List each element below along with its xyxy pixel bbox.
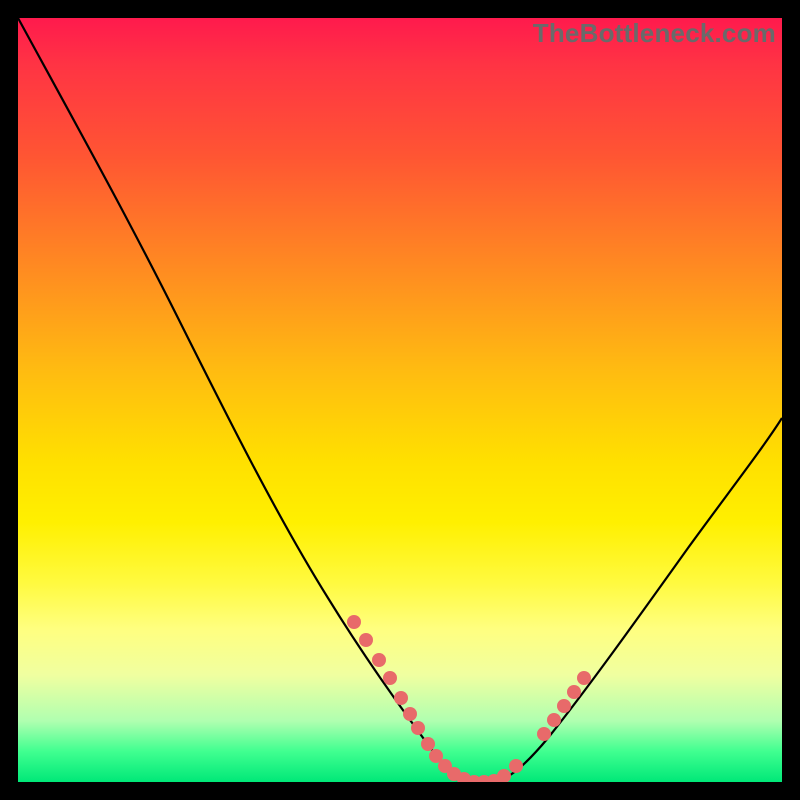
highlight-dots: [347, 615, 591, 782]
curve-svg: [18, 18, 782, 782]
chart-frame: TheBottleneck.com: [0, 0, 800, 800]
watermark-text: TheBottleneck.com: [533, 18, 776, 49]
plot-area: TheBottleneck.com: [18, 18, 782, 782]
bottleneck-curve: [18, 18, 782, 782]
